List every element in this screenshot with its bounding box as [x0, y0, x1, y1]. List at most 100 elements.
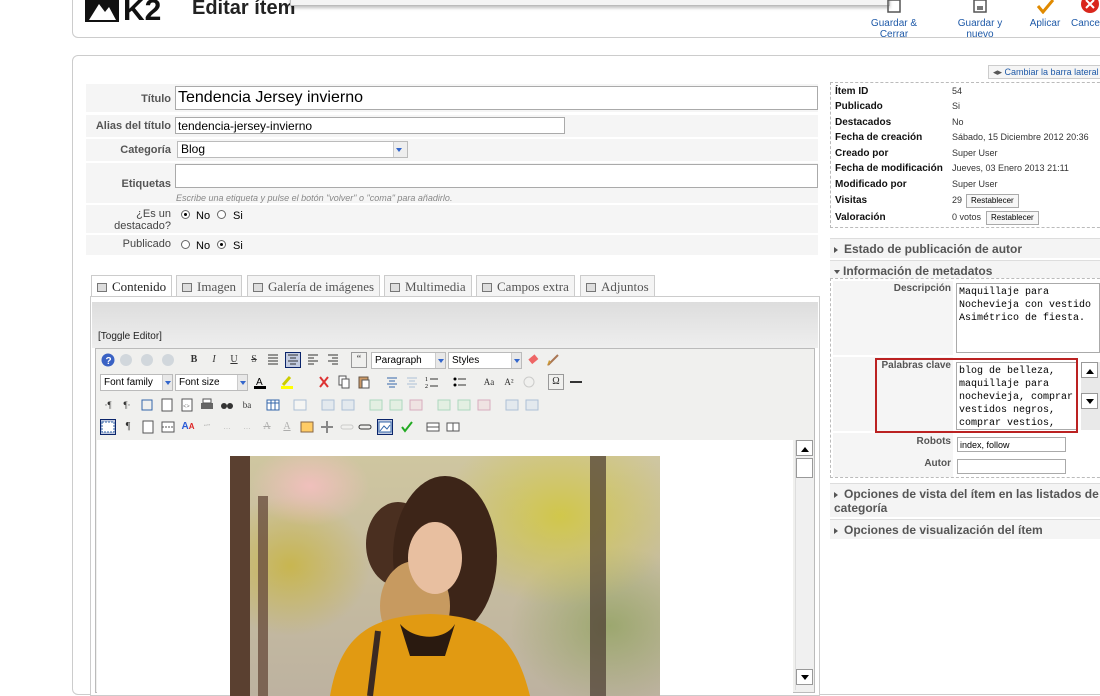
numbered-list-icon[interactable]: 12: [424, 374, 440, 390]
insert-time-icon[interactable]: [445, 419, 461, 435]
rtl-button[interactable]: ¶·: [119, 397, 135, 413]
reset-hits-button[interactable]: Restablecer: [966, 194, 1019, 208]
underline-button[interactable]: U: [226, 352, 242, 368]
abbr-icon[interactable]: …: [219, 419, 235, 435]
styleprops-icon[interactable]: AA: [180, 419, 196, 435]
delete-col-icon[interactable]: [476, 397, 492, 413]
insert-col-before-icon[interactable]: [436, 397, 452, 413]
paste-word-icon[interactable]: [404, 374, 420, 390]
author-input[interactable]: [957, 459, 1066, 474]
published-no-radio[interactable]: [181, 240, 190, 249]
keywords-scrollbar[interactable]: [1081, 362, 1100, 430]
strikethrough-button[interactable]: S: [246, 352, 262, 368]
align-left-icon[interactable]: [305, 352, 321, 368]
link-icon[interactable]: [357, 419, 373, 435]
toggle-sidebar-button[interactable]: ◂▸ Cambiar la barra lateral: [988, 65, 1100, 79]
del-icon[interactable]: A: [259, 419, 275, 435]
redo-icon[interactable]: [139, 352, 155, 368]
save-new-button[interactable]: Guardar y nuevo: [943, 0, 1017, 40]
cut-icon[interactable]: [316, 374, 332, 390]
tab-contenido[interactable]: Contenido: [91, 275, 173, 298]
save-close-button[interactable]: Guardar & Cerrar: [856, 0, 932, 40]
cleanup-icon[interactable]: [160, 352, 176, 368]
toggle-editor-link[interactable]: [Toggle Editor]: [98, 331, 162, 342]
insert-row-before-icon[interactable]: [368, 397, 384, 413]
copy-icon[interactable]: [336, 374, 352, 390]
image-icon[interactable]: [377, 419, 393, 435]
align-right-icon[interactable]: [325, 352, 341, 368]
page-break-icon[interactable]: [160, 419, 176, 435]
robots-input[interactable]: [957, 437, 1066, 452]
blockquote-button[interactable]: “: [351, 352, 367, 368]
template-icon[interactable]: [140, 419, 156, 435]
font-size-select[interactable]: Font size: [175, 374, 248, 391]
editor-scrollbar[interactable]: [795, 440, 813, 690]
category-select[interactable]: Blog: [177, 141, 408, 158]
insert-row-after-icon[interactable]: [388, 397, 404, 413]
scroll-up-icon[interactable]: [1081, 362, 1098, 378]
cell-props-icon[interactable]: [340, 397, 356, 413]
ins-icon[interactable]: A: [279, 419, 295, 435]
item-view-options-header[interactable]: Opciones de visualización del ítem: [830, 519, 1100, 539]
unlink-icon[interactable]: [339, 419, 355, 435]
visual-aid-icon[interactable]: [100, 419, 116, 435]
undo-icon[interactable]: [118, 352, 134, 368]
insert-table-icon[interactable]: [265, 397, 281, 413]
split-cells-icon[interactable]: [504, 397, 520, 413]
featured-no-radio[interactable]: [181, 210, 190, 219]
alias-input[interactable]: [175, 117, 565, 134]
insert-col-after-icon[interactable]: [456, 397, 472, 413]
attributes-icon[interactable]: [299, 419, 315, 435]
tags-input[interactable]: [175, 164, 818, 188]
show-blocks-button[interactable]: ¶: [120, 419, 136, 435]
acronym-icon[interactable]: …: [239, 419, 255, 435]
scroll-down-icon[interactable]: [796, 669, 813, 685]
source-code-icon[interactable]: <>: [179, 397, 195, 413]
anchor-icon[interactable]: [521, 374, 537, 390]
special-char-button[interactable]: Ω: [548, 374, 564, 390]
layer-icon[interactable]: [319, 419, 335, 435]
eraser-icon[interactable]: [526, 352, 542, 368]
tab-imagen[interactable]: Imagen: [176, 275, 242, 297]
preview-icon[interactable]: [159, 397, 175, 413]
author-publishing-header[interactable]: Estado de publicación de autor: [830, 238, 1100, 258]
scroll-up-icon[interactable]: [796, 440, 813, 456]
tab-multimedia[interactable]: Multimedia: [384, 275, 472, 297]
bold-button[interactable]: B: [186, 352, 202, 368]
horizontal-rule-icon[interactable]: [568, 374, 584, 390]
paste-icon[interactable]: [356, 374, 372, 390]
align-justify-icon[interactable]: [265, 352, 281, 368]
tab-campos-extra[interactable]: Campos extra: [476, 275, 575, 297]
reset-rating-button[interactable]: Restablecer: [986, 211, 1039, 225]
article-photo[interactable]: [230, 456, 660, 696]
bullet-list-icon[interactable]: [452, 374, 468, 390]
align-center-icon[interactable]: [285, 352, 301, 368]
spellcheck-icon[interactable]: [399, 419, 415, 435]
insert-date-icon[interactable]: [425, 419, 441, 435]
text-color-icon[interactable]: A: [252, 374, 268, 390]
delete-row-icon[interactable]: [408, 397, 424, 413]
print-icon[interactable]: [199, 397, 215, 413]
ltr-button[interactable]: ·¶: [100, 397, 116, 413]
format-select[interactable]: Paragraph: [371, 352, 446, 369]
italic-button[interactable]: I: [206, 352, 222, 368]
scroll-thumb[interactable]: [796, 458, 813, 478]
metadata-header[interactable]: Información de metadatos: [830, 260, 1100, 278]
tab-adjuntos[interactable]: Adjuntos: [580, 275, 655, 297]
search-icon[interactable]: [219, 397, 235, 413]
featured-si-radio[interactable]: [217, 210, 226, 219]
row-props-icon[interactable]: [320, 397, 336, 413]
highlight-color-icon[interactable]: [279, 374, 295, 390]
merge-cells-icon[interactable]: [524, 397, 540, 413]
tab-galeria[interactable]: Galería de imágenes: [247, 275, 381, 297]
fullscreen-icon[interactable]: [139, 397, 155, 413]
cite-icon[interactable]: “”: [199, 419, 215, 435]
category-view-options-header[interactable]: Opciones de vista del ítem en las listad…: [830, 483, 1100, 517]
paste-text-icon[interactable]: [384, 374, 400, 390]
styles-select[interactable]: Styles: [448, 352, 522, 369]
help-icon[interactable]: ?: [100, 352, 116, 368]
subscript-button[interactable]: Aa: [481, 374, 497, 390]
scroll-down-icon[interactable]: [1081, 393, 1098, 409]
superscript-button[interactable]: A²: [501, 374, 517, 390]
apply-button[interactable]: Aplicar: [1027, 0, 1063, 29]
